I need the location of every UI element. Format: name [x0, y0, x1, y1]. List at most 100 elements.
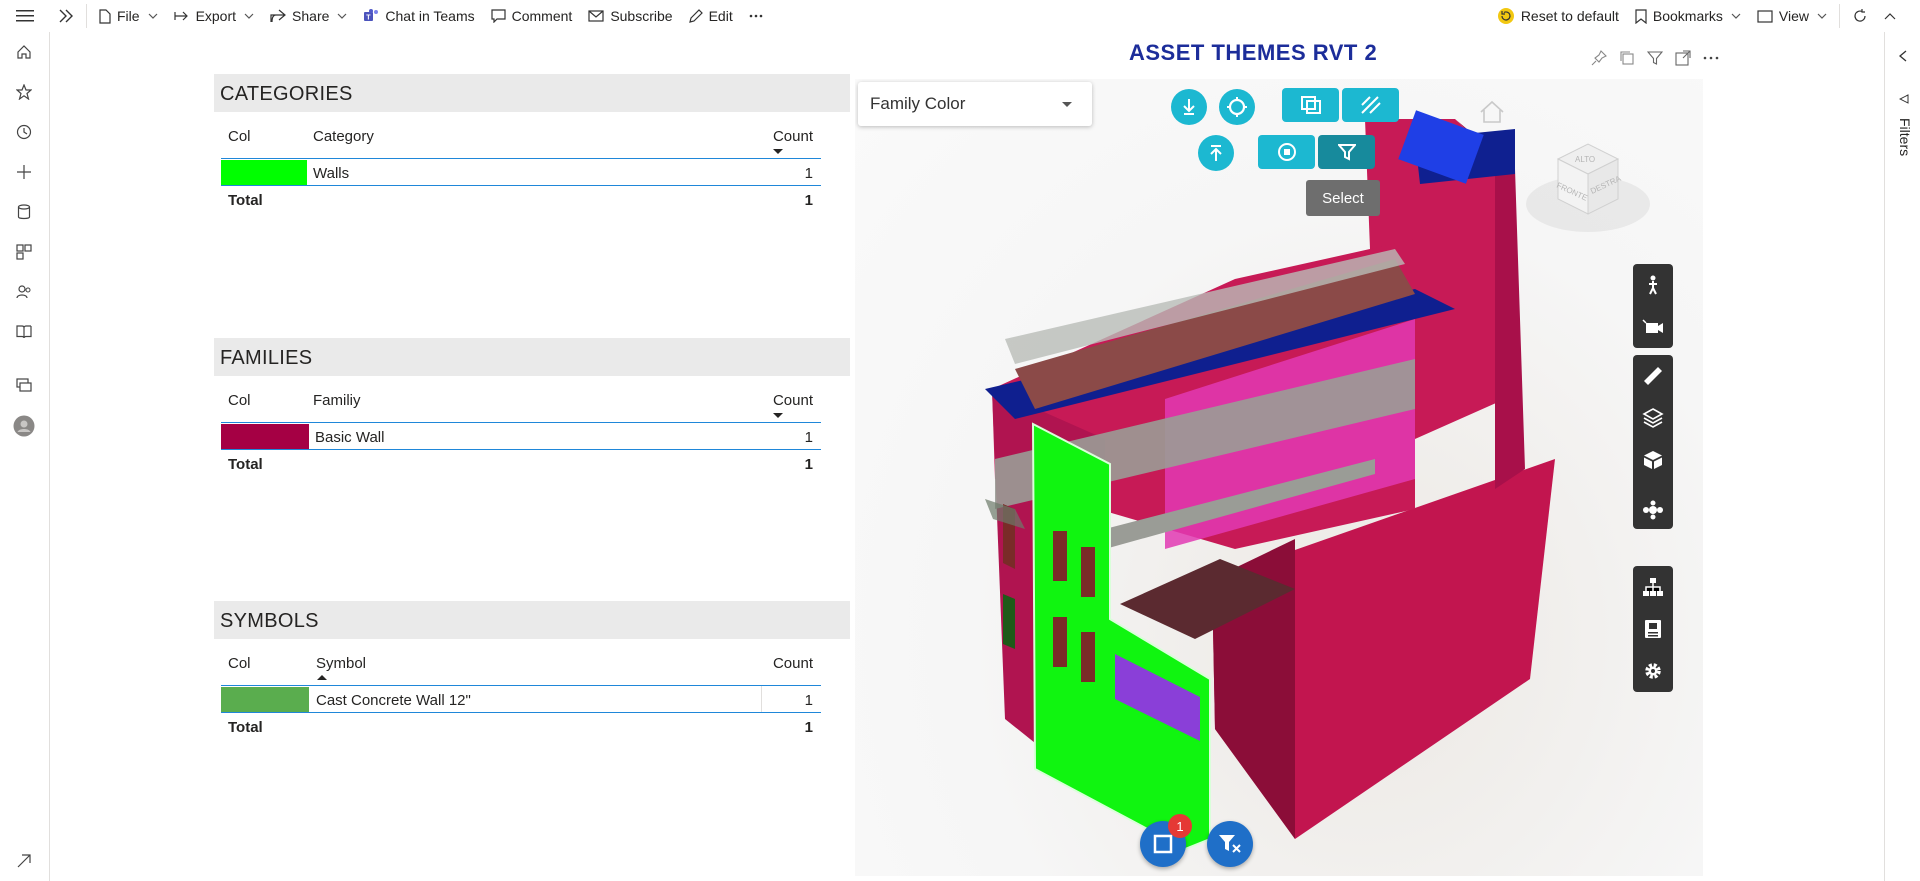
total-row: Total 1: [221, 713, 821, 741]
table-row[interactable]: Walls 1: [221, 158, 821, 186]
filters-label[interactable]: Filters: [1897, 118, 1913, 156]
copy-icon[interactable]: [1619, 50, 1635, 66]
viewer-title: ASSET THEMES RVT 2: [1129, 40, 1378, 65]
target-button[interactable]: [1219, 89, 1255, 125]
symbol-cell: Cast Concrete Wall 12": [316, 692, 471, 709]
gear-icon[interactable]: [1633, 650, 1673, 692]
avatar-icon[interactable]: [13, 415, 35, 437]
color-swatch: [221, 687, 309, 712]
chevron-down-icon: [244, 13, 254, 19]
star-icon[interactable]: [13, 81, 35, 103]
edit-button[interactable]: Edit: [681, 0, 741, 32]
refresh-icon: [1854, 9, 1866, 22]
collapse-ribbon-button[interactable]: [1876, 0, 1920, 32]
plus-icon[interactable]: [13, 161, 35, 183]
comment-label: Comment: [511, 8, 573, 24]
family-color-dropdown[interactable]: Family Color: [858, 82, 1092, 126]
model-viewer[interactable]: ALTO FRONTE DESTRA Family Color Select 1: [855, 79, 1703, 876]
count-header[interactable]: Count: [773, 128, 813, 145]
home-icon[interactable]: [13, 41, 35, 63]
more-options-button[interactable]: [741, 0, 771, 32]
navigation-cube[interactable]: ALTO FRONTE DESTRA: [1523, 129, 1653, 239]
hierarchy-icon[interactable]: [1633, 566, 1673, 608]
database-icon[interactable]: [13, 201, 35, 223]
clear-filter-icon: [1219, 835, 1241, 853]
focus-mode-icon[interactable]: [1675, 50, 1691, 66]
count-header[interactable]: Count: [773, 392, 813, 409]
col-header[interactable]: Col: [228, 655, 251, 672]
table-row[interactable]: Cast Concrete Wall 12" 1: [221, 685, 821, 713]
more-icon[interactable]: [1703, 56, 1719, 60]
export-label: Export: [195, 8, 237, 24]
subscribe-button[interactable]: Subscribe: [580, 0, 680, 32]
properties-icon[interactable]: [1633, 608, 1673, 650]
families-table: Col Familiy Count Basic Wall 1 Total 1: [221, 376, 821, 478]
model-browser-icon[interactable]: [1633, 397, 1673, 439]
category-header[interactable]: Category: [313, 128, 374, 145]
explode-up-button[interactable]: [1198, 135, 1234, 171]
toolbar-divider: [1839, 4, 1840, 28]
pin-icon[interactable]: [1591, 50, 1607, 66]
comment-button[interactable]: Comment: [483, 0, 581, 32]
clock-icon[interactable]: [13, 121, 35, 143]
workspaces-icon[interactable]: [13, 374, 35, 396]
refresh-button[interactable]: [1844, 0, 1876, 32]
count-cell: 1: [804, 692, 813, 709]
svg-text:T: T: [367, 15, 372, 22]
expand-pane-button[interactable]: [50, 0, 82, 32]
table-row[interactable]: Basic Wall 1: [221, 422, 821, 450]
count-header[interactable]: Count: [773, 655, 813, 672]
filters-pane[interactable]: [1884, 32, 1920, 881]
hatch-button[interactable]: [1342, 88, 1399, 122]
export-menu[interactable]: Export: [166, 0, 262, 32]
share-menu[interactable]: Share: [262, 0, 355, 32]
explode-icon[interactable]: [1633, 489, 1673, 531]
section-box-button[interactable]: [1282, 88, 1339, 122]
chat-label: Chat in Teams: [385, 8, 475, 24]
col-header[interactable]: Col: [228, 128, 251, 145]
chat-in-teams-button[interactable]: T Chat in Teams: [355, 0, 482, 32]
dropdown-value: Family Color: [870, 94, 966, 113]
chevron-down-icon: [337, 13, 347, 19]
symbol-header[interactable]: Symbol: [316, 655, 366, 672]
select-tooltip: Select: [1306, 180, 1380, 216]
people-icon[interactable]: [13, 281, 35, 303]
chevron-down-icon: [1817, 13, 1827, 19]
bookmark-icon: [1635, 8, 1647, 24]
family-header[interactable]: Familiy: [313, 392, 361, 409]
camera-icon[interactable]: [1633, 306, 1673, 348]
col-header[interactable]: Col: [228, 392, 251, 409]
count-cell: 1: [804, 429, 813, 446]
total-count: 1: [804, 456, 813, 473]
total-row: Total 1: [221, 450, 821, 478]
total-count: 1: [804, 192, 813, 209]
ruler-icon[interactable]: [1633, 355, 1673, 397]
table-header: Col Symbol Count: [221, 639, 821, 685]
expand-icon[interactable]: [13, 850, 35, 872]
bookmarks-menu[interactable]: Bookmarks: [1627, 0, 1749, 32]
toolbar-divider: [86, 4, 87, 28]
cell-divider: [761, 686, 762, 712]
walk-icon[interactable]: [1633, 264, 1673, 306]
edit-label: Edit: [708, 8, 733, 24]
select-filter-button[interactable]: [1318, 135, 1375, 169]
symbols-table-visual: SYMBOLS Col Symbol Count Cast Concrete W…: [214, 601, 850, 741]
sort-ascending-icon: [317, 675, 327, 680]
filter-icon[interactable]: [1647, 50, 1663, 66]
home-view-icon[interactable]: [1479, 100, 1505, 124]
clear-filter-button[interactable]: [1207, 821, 1253, 867]
families-table-visual: FAMILIES Col Familiy Count Basic Wall 1 …: [214, 338, 850, 478]
hamburger-button[interactable]: [0, 0, 50, 32]
reset-to-default-button[interactable]: Reset to default: [1489, 0, 1627, 32]
book-icon[interactable]: [13, 321, 35, 343]
share-icon: [270, 9, 286, 23]
arrow-up-icon: [1210, 145, 1222, 161]
file-menu[interactable]: File: [91, 0, 166, 32]
top-toolbar: File Export Share T Chat in Teams Commen…: [0, 0, 1920, 32]
explode-down-button[interactable]: [1171, 89, 1207, 125]
view-menu[interactable]: View: [1749, 0, 1835, 32]
chevron-left-icon[interactable]: [1898, 50, 1908, 62]
symbols-table: Col Symbol Count Cast Concrete Wall 12" …: [221, 639, 821, 741]
apps-icon[interactable]: [13, 241, 35, 263]
isolate-button[interactable]: [1258, 135, 1315, 169]
